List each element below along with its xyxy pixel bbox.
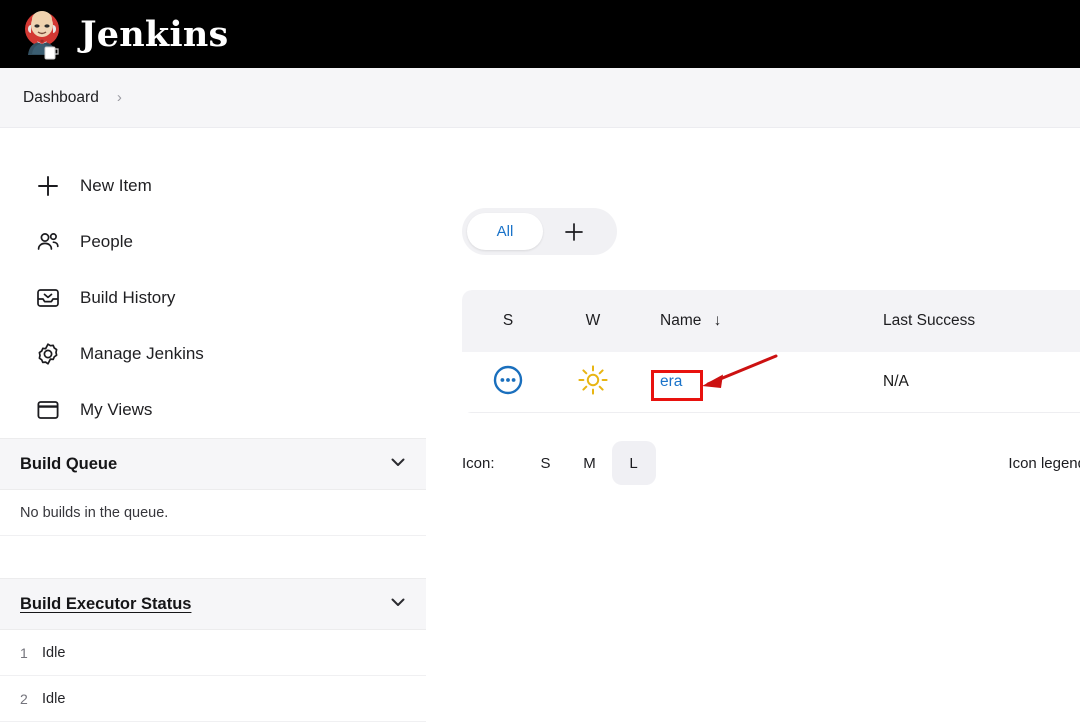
build-executor-status-panel: Build Executor Status 1 Idle 2 Idle xyxy=(0,578,426,722)
jobs-table: S W Name ↓ Last Success xyxy=(462,290,1080,413)
column-header-name[interactable]: Name ↓ xyxy=(632,312,854,330)
window-icon xyxy=(33,395,63,425)
view-tabs: All xyxy=(462,208,617,255)
icon-legend-link[interactable]: Icon legend xyxy=(1008,455,1080,472)
masthead: Jenkins xyxy=(0,0,1080,68)
jobs-table-header: S W Name ↓ Last Success xyxy=(462,290,1080,352)
build-queue-title: Build Queue xyxy=(20,455,117,474)
icon-size-label: Icon: xyxy=(462,455,495,472)
icon-size-option-s[interactable]: S xyxy=(524,441,568,485)
gear-icon xyxy=(33,339,63,369)
breadcrumb-item-dashboard[interactable]: Dashboard xyxy=(23,89,99,107)
add-view-button[interactable] xyxy=(543,213,605,250)
chevron-right-icon: › xyxy=(117,89,122,106)
icon-size-option-m[interactable]: M xyxy=(568,441,612,485)
sidebar-item-people[interactable]: People xyxy=(0,214,426,270)
table-row: era N/A xyxy=(462,352,1080,413)
tab-all[interactable]: All xyxy=(467,213,543,250)
icon-size-option-l[interactable]: L xyxy=(612,441,656,485)
sidebar: New Item People xyxy=(0,128,426,722)
main-content: All S W Name ↓ Last Success xyxy=(426,128,1080,485)
sidebar-item-label: My Views xyxy=(80,400,152,420)
brand-title[interactable]: Jenkins xyxy=(80,14,228,55)
executor-number: 2 xyxy=(20,691,42,707)
pending-dots-icon[interactable] xyxy=(492,383,524,400)
sidebar-item-label: New Item xyxy=(80,176,152,196)
column-header-weather[interactable]: W xyxy=(554,312,632,330)
sidebar-item-label: Build History xyxy=(80,288,175,308)
job-link-era[interactable]: era xyxy=(660,373,682,390)
column-header-status[interactable]: S xyxy=(462,312,554,330)
build-queue-header[interactable]: Build Queue xyxy=(0,439,426,490)
build-queue-empty-message: No builds in the queue. xyxy=(0,490,426,536)
sort-arrow-down-icon: ↓ xyxy=(714,312,722,329)
jenkins-dashboard-page: Jenkins Dashboard › New Item xyxy=(0,0,1080,723)
job-last-success-cell: N/A xyxy=(854,373,1080,391)
column-header-last-success[interactable]: Last Success xyxy=(854,312,1080,330)
build-executor-status-header[interactable]: Build Executor Status xyxy=(0,579,426,630)
chevron-down-icon[interactable] xyxy=(388,452,408,477)
executor-status: Idle xyxy=(42,691,65,707)
sunny-icon[interactable] xyxy=(576,384,610,401)
sidebar-item-new-item[interactable]: New Item xyxy=(0,158,426,214)
sidebar-item-manage-jenkins[interactable]: Manage Jenkins xyxy=(0,326,426,382)
icon-size-selector: Icon: S M L Icon legend xyxy=(462,441,1080,485)
job-weather-cell xyxy=(554,363,632,402)
sidebar-item-label: Manage Jenkins xyxy=(80,344,204,364)
plus-icon xyxy=(563,221,585,243)
plus-icon xyxy=(33,171,63,201)
jenkins-butler-logo[interactable] xyxy=(18,8,66,60)
executor-number: 1 xyxy=(20,645,42,661)
chevron-down-icon[interactable] xyxy=(388,592,408,617)
last-success-value: N/A xyxy=(883,373,909,390)
build-queue-panel: Build Queue No builds in the queue. xyxy=(0,438,426,536)
breadcrumb: Dashboard › xyxy=(0,68,1080,128)
sidebar-item-label: People xyxy=(80,232,133,252)
tab-all-label: All xyxy=(497,223,514,240)
job-status-cell xyxy=(462,364,554,401)
column-header-name-label: Name xyxy=(660,312,701,329)
executor-status: Idle xyxy=(42,645,65,661)
sidebar-item-my-views[interactable]: My Views xyxy=(0,382,426,438)
inbox-icon xyxy=(33,283,63,313)
sidebar-item-build-history[interactable]: Build History xyxy=(0,270,426,326)
people-icon xyxy=(33,227,63,257)
executor-row[interactable]: 1 Idle xyxy=(0,630,426,676)
jenkins-butler-logo-svg xyxy=(18,8,66,60)
build-executor-status-title: Build Executor Status xyxy=(20,595,191,614)
executor-row[interactable]: 2 Idle xyxy=(0,676,426,722)
sidebar-nav: New Item People xyxy=(0,128,426,438)
job-name-cell: era xyxy=(632,373,854,391)
